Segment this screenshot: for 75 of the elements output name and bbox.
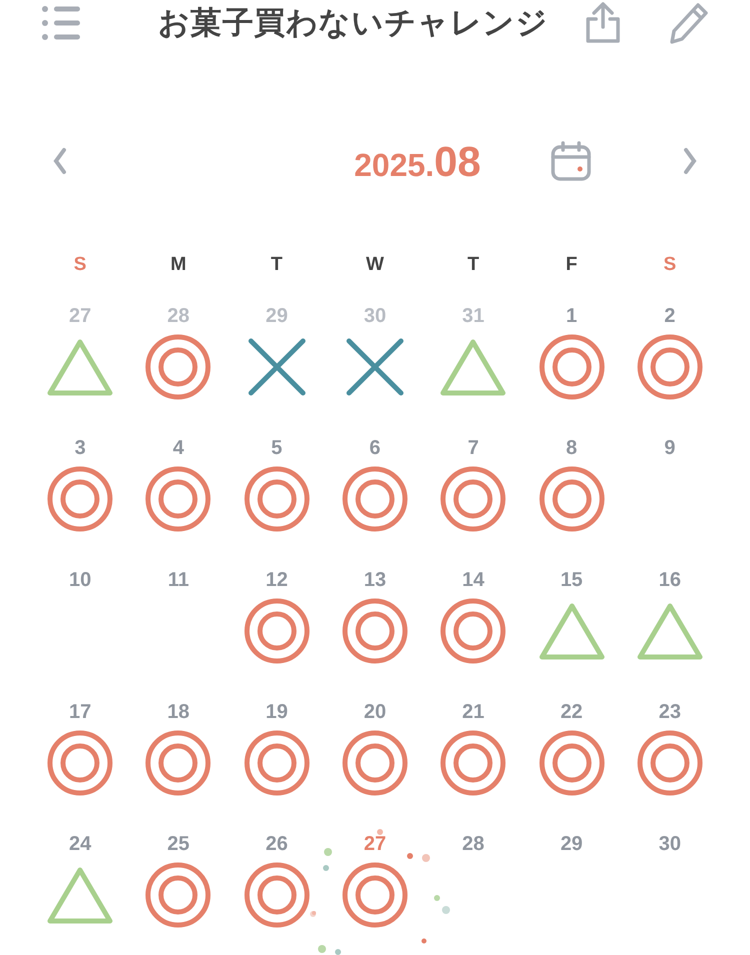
day-number[interactable]: 25	[167, 829, 190, 859]
day-number[interactable]: 13	[364, 565, 386, 595]
weekday-label: F	[566, 253, 578, 277]
weekday-label: T	[467, 253, 480, 277]
day-number[interactable]: 15	[560, 565, 583, 595]
double-circle-mark-icon	[538, 466, 605, 532]
day-number[interactable]: 7	[468, 433, 479, 463]
double-circle-mark-icon	[636, 334, 703, 400]
edit-icon[interactable]	[668, 1, 710, 45]
double-circle-mark-icon	[244, 730, 310, 796]
double-circle-mark-icon	[440, 730, 506, 796]
day-number[interactable]: 18	[167, 697, 190, 727]
double-circle-mark-icon	[342, 598, 408, 664]
triangle-mark-icon	[636, 602, 703, 660]
weekday-label: S	[74, 253, 86, 277]
weekday-label: T	[270, 253, 282, 277]
weekday-label: S	[664, 253, 676, 277]
double-circle-mark-icon	[244, 598, 310, 664]
double-circle-mark-icon	[440, 598, 506, 664]
day-number[interactable]: 28	[462, 829, 484, 859]
day-number[interactable]: 26	[266, 829, 288, 859]
weekday-label: W	[366, 253, 384, 277]
day-number[interactable]: 1	[566, 301, 578, 331]
day-number[interactable]: 20	[364, 697, 386, 727]
day-number[interactable]: 14	[462, 565, 484, 595]
day-number[interactable]: 22	[560, 697, 583, 727]
day-number[interactable]: 28	[167, 301, 190, 331]
cross-mark-icon	[344, 337, 405, 397]
day-number[interactable]: 24	[69, 829, 92, 859]
day-number[interactable]: 16	[658, 565, 681, 595]
double-circle-mark-icon	[244, 862, 310, 928]
double-circle-mark-icon	[342, 862, 408, 928]
day-number[interactable]: 8	[566, 433, 578, 463]
calendar-icon[interactable]	[550, 140, 592, 182]
day-number[interactable]: 21	[462, 697, 484, 727]
day-number[interactable]: 3	[74, 433, 86, 463]
day-number[interactable]: 12	[266, 565, 288, 595]
double-circle-mark-icon	[440, 466, 506, 532]
double-circle-mark-icon	[342, 730, 408, 796]
triangle-mark-icon	[47, 866, 114, 924]
app-title: お菓子買わないチャレンジ	[158, 4, 548, 42]
double-circle-mark-icon	[145, 334, 212, 400]
day-number[interactable]: 29	[266, 301, 288, 331]
triangle-mark-icon	[47, 338, 114, 396]
day-number[interactable]: 9	[664, 433, 676, 463]
double-circle-mark-icon	[538, 730, 605, 796]
weekday-label: M	[170, 253, 186, 277]
day-number[interactable]: 31	[462, 301, 484, 331]
double-circle-mark-icon	[244, 466, 310, 532]
day-number[interactable]: 19	[266, 697, 288, 727]
day-number[interactable]: 17	[69, 697, 92, 727]
day-number[interactable]: 6	[369, 433, 381, 463]
day-number[interactable]: 10	[69, 565, 92, 595]
day-number[interactable]: 27	[364, 829, 386, 859]
day-number[interactable]: 5	[271, 433, 282, 463]
double-circle-mark-icon	[538, 334, 605, 400]
day-number[interactable]: 23	[658, 697, 681, 727]
double-circle-mark-icon	[47, 730, 114, 796]
cross-mark-icon	[246, 337, 307, 397]
double-circle-mark-icon	[47, 466, 114, 532]
day-number[interactable]: 2	[664, 301, 676, 331]
day-number[interactable]: 11	[168, 565, 189, 595]
triangle-mark-icon	[538, 602, 605, 660]
double-circle-mark-icon	[342, 466, 408, 532]
day-number[interactable]: 29	[560, 829, 583, 859]
double-circle-mark-icon	[145, 466, 212, 532]
month-label: 2025.08	[354, 136, 481, 186]
day-number[interactable]: 27	[69, 301, 92, 331]
day-number[interactable]: 30	[658, 829, 681, 859]
double-circle-mark-icon	[145, 730, 212, 796]
double-circle-mark-icon	[636, 730, 703, 796]
double-circle-mark-icon	[145, 862, 212, 928]
triangle-mark-icon	[440, 338, 506, 396]
day-number[interactable]: 4	[172, 433, 184, 463]
day-number[interactable]: 30	[364, 301, 386, 331]
